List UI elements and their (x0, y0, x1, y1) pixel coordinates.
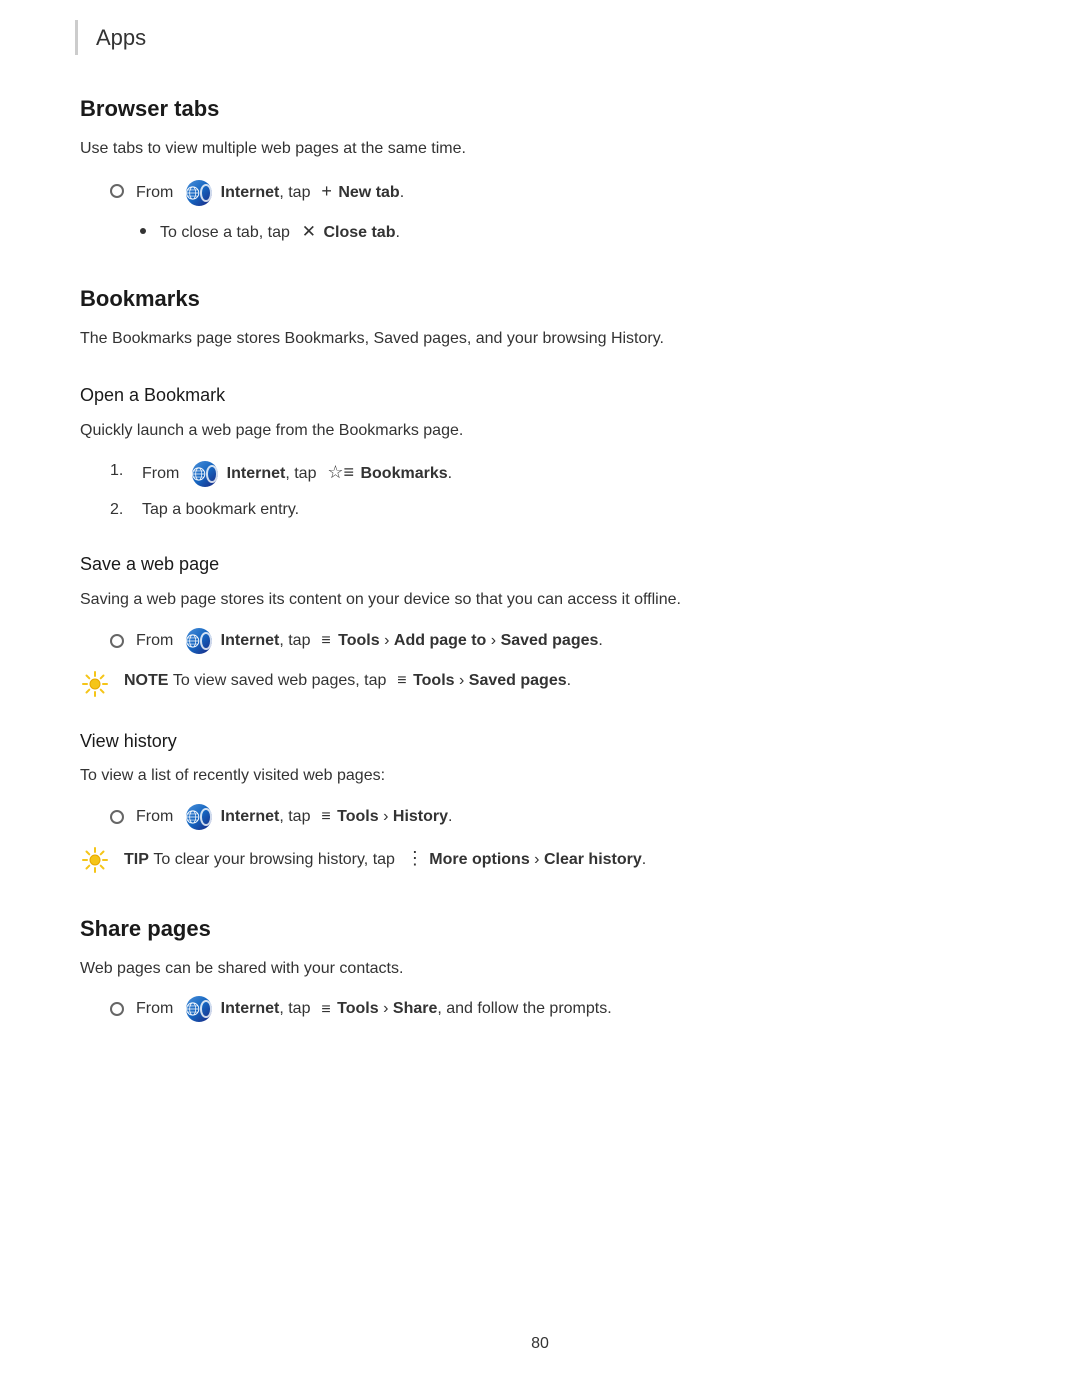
share-pages-instruction: From Internet, tap ≡ Tools › Share, and … (110, 996, 1000, 1022)
open-bookmark-subtitle: Open a Bookmark (80, 381, 1000, 410)
view-history-subsection: View history To view a list of recently … (80, 727, 1000, 875)
step1-text: From Internet, tap ☆≡ Bookmarks. (142, 458, 452, 487)
view-history-tip: TIP To clear your browsing history, tap … (80, 844, 1000, 875)
tools-menu-icon: ≡ (321, 632, 331, 649)
internet-app-icon (186, 180, 212, 206)
view-history-subtitle: View history (80, 727, 1000, 756)
save-page-note: NOTE To view saved web pages, tap ≡ Tool… (80, 668, 1000, 699)
bullet-circle-icon-3 (110, 810, 124, 824)
save-web-page-subtitle: Save a web page (80, 550, 1000, 579)
save-web-page-description: Saving a web page stores its content on … (80, 587, 1000, 613)
close-tab-instruction: To close a tab, tap ✕ Close tab. (140, 218, 1000, 246)
instruction-text: From Internet, tap + New tab. (136, 177, 404, 206)
save-web-page-subsection: Save a web page Saving a web page stores… (80, 550, 1000, 698)
browser-tabs-section: Browser tabs Use tabs to view multiple w… (80, 91, 1000, 245)
internet-app-icon-4 (186, 804, 212, 830)
bookmarks-icon: ☆≡ (327, 462, 354, 482)
open-bookmark-step1: 1. From Internet, tap ☆≡ Bookmarks. (110, 458, 1000, 487)
apps-header: Apps (75, 20, 1000, 55)
plus-icon: + (321, 181, 332, 201)
share-pages-title: Share pages (80, 911, 1000, 946)
open-bookmark-subsection: Open a Bookmark Quickly launch a web pag… (80, 381, 1000, 523)
bookmarks-description: The Bookmarks page stores Bookmarks, Sav… (80, 326, 1000, 352)
page-container: Apps Browser tabs Use tabs to view multi… (0, 0, 1080, 1397)
tip-content: TIP To clear your browsing history, tap … (124, 844, 646, 873)
step1-number: 1. (110, 458, 134, 484)
browser-tabs-title: Browser tabs (80, 91, 1000, 126)
more-options-icon: ⋮ (406, 848, 423, 868)
share-tools-icon: ≡ (321, 1001, 330, 1018)
bullet-circle-icon-2 (110, 634, 124, 648)
history-instruction-text: From Internet, tap ≡ Tools › History. (136, 804, 452, 830)
save-page-text: From Internet, tap ≡ Tools › Add page to… (136, 628, 603, 654)
share-instruction-text: From Internet, tap ≡ Tools › Share, and … (136, 996, 612, 1022)
apps-title: Apps (96, 25, 146, 50)
open-bookmark-description: Quickly launch a web page from the Bookm… (80, 418, 1000, 444)
tip-sun-icon (80, 845, 110, 875)
bookmarks-section: Bookmarks The Bookmarks page stores Book… (80, 281, 1000, 875)
bullet-dot-icon (140, 228, 146, 234)
view-history-description: To view a list of recently visited web p… (80, 763, 1000, 789)
step2-text: Tap a bookmark entry. (142, 497, 299, 523)
internet-app-icon-5 (186, 996, 212, 1022)
browser-tabs-description: Use tabs to view multiple web pages at t… (80, 136, 1000, 162)
open-bookmark-step2: 2. Tap a bookmark entry. (110, 497, 1000, 523)
page-footer: 80 (0, 1331, 1080, 1357)
bullet-circle-icon (110, 184, 124, 198)
internet-app-icon-3 (186, 628, 212, 654)
share-pages-description: Web pages can be shared with your contac… (80, 956, 1000, 982)
share-pages-section: Share pages Web pages can be shared with… (80, 911, 1000, 1023)
bullet-circle-icon-4 (110, 1002, 124, 1016)
new-tab-instruction: From Internet, tap + New tab. (110, 177, 1000, 206)
close-tab-text: To close a tab, tap ✕ Close tab. (160, 218, 400, 246)
save-web-page-instruction: From Internet, tap ≡ Tools › Add page to… (110, 628, 1000, 654)
note-tools-icon: ≡ (397, 672, 406, 689)
internet-app-icon-2 (192, 461, 218, 487)
history-tools-icon: ≡ (321, 808, 330, 825)
x-icon: ✕ (302, 222, 316, 241)
note-sun-icon (80, 669, 110, 699)
view-history-instruction: From Internet, tap ≡ Tools › History. (110, 804, 1000, 830)
step2-number: 2. (110, 497, 134, 523)
note-content: NOTE To view saved web pages, tap ≡ Tool… (124, 668, 571, 694)
bookmarks-title: Bookmarks (80, 281, 1000, 316)
page-number: 80 (531, 1335, 549, 1352)
